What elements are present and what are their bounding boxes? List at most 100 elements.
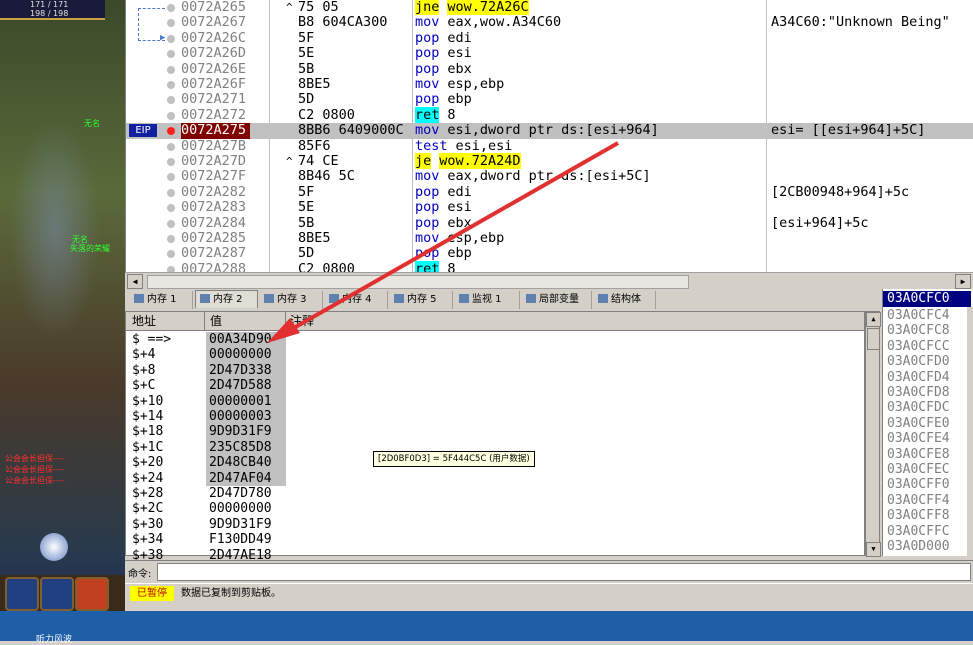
scroll-down-button[interactable]: ▼ [866,542,881,557]
dump-row[interactable]: $+10 00000001 [126,393,864,409]
dump-row[interactable]: $+8 2D47D338 [126,362,864,379]
col-address[interactable]: 地址 [132,313,156,329]
dump-vscroll[interactable]: ▲ ▼ [865,311,881,557]
taskbar-label[interactable]: 听力风波 [36,632,72,645]
disasm-row[interactable]: 0072A27B 85F6 test esi,esi [126,138,973,154]
breakpoint-dot-icon[interactable] [167,235,175,243]
tab-3[interactable]: 内存 3 [260,291,323,309]
stack-address[interactable]: 03A0CFE4 [887,431,950,446]
dump-row[interactable]: $+C 2D47D588 [126,378,864,394]
disasm-row[interactable]: 0072A287 5D pop ebp [126,245,973,261]
dump-value[interactable]: 2D48CB40 [206,455,286,471]
tab-2[interactable]: 内存 2 [195,290,258,308]
dump-value[interactable]: 00000003 [206,409,286,425]
scroll-left-button[interactable]: ◀ [127,274,143,289]
disasm-row[interactable]: 0072A272 C2 0800 ret 8 [126,106,973,123]
command-input[interactable] [157,563,971,581]
disasm-row[interactable]: 0072A284 5B pop ebx [esi+964]+5c [126,215,973,231]
dump-value[interactable]: F130DD49 [206,532,286,547]
disasm-row[interactable]: ^ 0072A27D 74 CE je wow.72A24D [126,153,973,169]
col-comment[interactable]: 注释 [290,313,314,329]
dump-value[interactable]: 2D47D588 [206,378,286,394]
dump-row[interactable]: $+4 00000000 [126,347,864,363]
dump-row[interactable]: $+18 9D9D31F9 [126,424,864,440]
stack-address[interactable]: 03A0CFD8 [887,385,950,400]
stack-address[interactable]: 03A0CFF4 [887,493,950,508]
disasm-row[interactable]: 0072A26F 8BE5 mov esp,ebp [126,76,973,92]
breakpoint-dot-icon[interactable] [167,81,175,89]
tab-7[interactable]: 局部变量 [522,291,592,309]
stack-address[interactable]: 03A0CFEC [887,462,950,477]
stack-top-address[interactable]: 03A0CFC0 [883,291,971,307]
action-slot-3-icon[interactable] [75,577,109,611]
dump-value[interactable]: 2D47D338 [206,362,286,379]
breakpoint-dot-icon[interactable] [167,111,175,120]
memory-dump-pane[interactable]: 地址 值 注释 $ ==> 00A34D90 $+4 00000000 $+8 2D47D… [125,311,865,563]
dump-value[interactable]: 2D47D780 [206,486,286,501]
scroll-thumb[interactable] [147,275,689,289]
breakpoint-dot-icon[interactable] [167,250,175,259]
dump-value[interactable]: 235C85D8 [206,439,286,456]
col-value[interactable]: 值 [210,313,222,329]
game-orb-icon[interactable] [40,533,68,561]
dump-value[interactable]: 00000001 [206,393,286,409]
dump-row[interactable]: $+14 00000003 [126,409,864,425]
dump-row[interactable]: $+24 2D47AF04 [126,470,864,486]
breakpoint-dot-icon[interactable] [167,50,175,59]
disasm-row[interactable]: 0072A271 5D pop ebp [126,91,973,107]
stack-address[interactable]: 03A0CFE0 [887,416,950,431]
disassembly-hscroll[interactable]: ◀ ▶ [125,272,973,289]
dump-value[interactable]: 00000000 [206,347,286,363]
breakpoint-dot-icon[interactable] [167,204,175,213]
stack-address[interactable]: 03A0D000 [887,539,950,554]
dump-row[interactable]: $+2C 00000000 [126,501,864,516]
dump-value[interactable]: 9D9D31F9 [206,424,286,440]
tab-6[interactable]: 监视 1 [455,291,520,309]
tab-5[interactable]: 内存 5 [390,291,453,309]
tab-1[interactable]: 内存 1 [130,291,193,309]
breakpoint-dot-icon[interactable] [167,4,175,12]
breakpoint-dot-icon[interactable] [167,142,175,151]
dump-value[interactable]: 00000000 [206,501,286,516]
tab-4[interactable]: 内存 4 [325,291,388,309]
stack-address[interactable]: 03A0CFC8 [887,323,950,338]
dump-row[interactable]: $ ==> 00A34D90 [126,332,864,348]
stack-address[interactable]: 03A0CFF0 [887,477,950,492]
breakpoint-dot-icon[interactable] [167,65,175,74]
stack-address[interactable]: 03A0CFD0 [887,354,950,369]
stack-scrollbar[interactable] [967,307,973,556]
dump-value[interactable]: 9D9D31F9 [206,517,286,532]
breakpoint-dot-icon[interactable] [167,158,175,166]
stack-address[interactable]: 03A0CFF8 [887,508,950,523]
tab-8[interactable]: 结构体 [594,291,656,309]
breakpoint-dot-icon[interactable] [167,127,175,136]
disasm-row[interactable]: 0072A285 8BE5 mov esp,ebp [126,230,973,246]
disasm-row[interactable]: 0072A282 5F pop edi [2CB00948+964]+5c [126,184,973,200]
action-slot-1-icon[interactable] [5,577,39,611]
disasm-row[interactable]: 0072A26D 5E pop esi [126,45,973,61]
stack-address[interactable]: 03A0CFE8 [887,447,950,462]
dump-row[interactable]: $+28 2D47D780 [126,486,864,501]
stack-address[interactable]: 03A0CFFC [887,524,950,539]
breakpoint-dot-icon[interactable] [167,173,175,182]
disassembly-pane[interactable]: ▶ ^ 0072A265 75 05 jne wow.72A26C 0072A267 B8 … [125,0,973,277]
disasm-row[interactable]: 0072A26C 5F pop edi [126,30,973,46]
disasm-row[interactable]: 0072A267 B8 604CA300 mov eax,wow.A34C60 A34C… [126,14,973,30]
disasm-row[interactable]: 0072A26E 5B pop ebx [126,61,973,77]
disasm-row[interactable]: EIP 0072A275 8BB6 6409000C mov esi,dword ptr… [126,122,973,139]
action-slot-2-icon[interactable] [40,577,74,611]
disasm-row[interactable]: 0072A27F 8B46 5C mov eax,dword ptr ds:[esi+… [126,168,973,184]
dump-value[interactable]: 2D47AF04 [206,470,286,486]
stack-address[interactable]: 03A0CFD4 [887,370,950,385]
breakpoint-dot-icon[interactable] [167,96,175,105]
breakpoint-dot-icon[interactable] [167,19,175,28]
disasm-row[interactable]: ^ 0072A265 75 05 jne wow.72A26C [126,0,973,15]
scroll-thumb[interactable] [867,328,880,350]
dump-row[interactable]: $+34 F130DD49 [126,532,864,547]
stack-pane[interactable]: 03A0CFC0 03A0CFC4 03A0CFC8 03A0CFCC 03A0CFD… [882,289,973,556]
breakpoint-dot-icon[interactable] [167,34,175,43]
stack-address[interactable]: 03A0CFC4 [887,308,950,323]
stack-address[interactable]: 03A0CFCC [887,339,950,354]
scroll-right-button[interactable]: ▶ [955,274,971,289]
stack-address[interactable]: 03A0CFDC [887,400,950,415]
